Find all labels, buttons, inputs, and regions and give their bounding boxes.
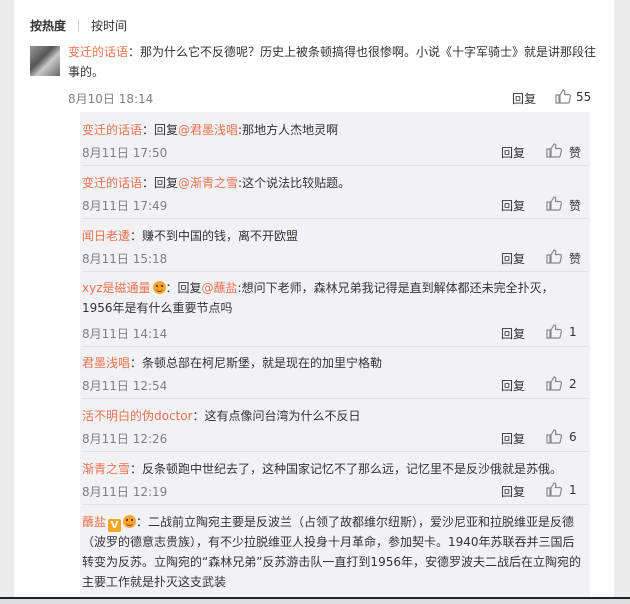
horizontal-scrollbar[interactable] [0, 597, 630, 604]
reply-prefix: ：回复 [142, 123, 179, 137]
avatar[interactable] [30, 46, 60, 76]
reply-body: :这个说法比较贴题。 [238, 176, 351, 190]
like-count: 1 [569, 325, 577, 339]
main-reply-button[interactable]: 回复 [512, 90, 536, 107]
reply-prefix: ：回复 [142, 176, 179, 190]
reply-prefix: ：回复 [165, 281, 202, 295]
like-count: 赞 [569, 252, 582, 266]
reply-button[interactable]: 回复 [501, 430, 525, 447]
like-count: 1 [569, 483, 577, 497]
main-comment-text: 变迁的话语：那为什么它不反德呢？历史上被条顿搞得也很惨啊。小说《十字军骑士》就是… [68, 42, 608, 82]
reply-time: 8月11日 12:26 [82, 432, 168, 446]
reply-text: 蘸盐 V ：二战前立陶宛主要是反波兰（占领了故都维尔纽斯），爱沙尼亚和拉脱维亚是反德… [82, 512, 582, 592]
divider [82, 346, 588, 347]
reply-time: 8月11日 12:19 [82, 485, 168, 499]
emoji-face-icon [152, 281, 166, 294]
like-count: 赞 [569, 146, 582, 160]
like-count: 6 [569, 430, 577, 444]
reply-text: 渐青之雪：反条顿跑中世纪去了，这种国家记忆不了那么远，记忆里不是反沙俄就是苏俄。 [82, 459, 582, 479]
sort-by-hot[interactable]: 按热度 [30, 19, 66, 33]
reply-text: 变迁的话语：回复@君墨浅唱:那地方人杰地灵啊 [82, 120, 582, 140]
sort-separator [78, 19, 80, 31]
reply-list: 变迁的话语：回复@君墨浅唱:那地方人杰地灵啊 8月11日 17:50 回复 赞 … [80, 112, 590, 598]
taskbar-edge [0, 597, 630, 599]
reply-text: 变迁的话语：回复@渐青之雪:这个说法比较贴题。 [82, 173, 582, 193]
reply-mention[interactable]: @渐青之雪 [178, 176, 238, 190]
divider [82, 398, 588, 399]
reply-text: 闻日老逶：赚不到中国的钱，离不开欧盟 [82, 226, 582, 246]
reply-time: 8月11日 17:50 [82, 146, 168, 160]
sort-bar: 按热度 按时间 [30, 17, 127, 35]
reply-text: xyz是磁通量 ：回复@蘸盐:想问下老师，森林兄弟我记得是直到解体都还未完全扑灭，… [82, 278, 582, 318]
reply-mention[interactable]: @君墨浅唱 [178, 123, 238, 137]
verified-v-icon: V [108, 519, 122, 532]
reply-mention[interactable]: @蘸盐 [202, 281, 238, 295]
reply-user[interactable]: 蘸盐 [82, 515, 106, 529]
main-like-count: 55 [576, 90, 592, 104]
divider [82, 504, 588, 505]
like-icon[interactable] [546, 143, 563, 161]
sort-by-time[interactable]: 按时间 [91, 19, 127, 33]
like-icon[interactable] [555, 89, 572, 107]
reply-text: 活不明白的伪doctor：这有点像问台湾为什么不反日 [82, 406, 582, 426]
reply-time: 8月11日 17:49 [82, 199, 168, 213]
like-icon[interactable] [546, 196, 563, 214]
reply-body: ：赚不到中国的钱，离不开欧盟 [130, 229, 299, 243]
main-comment-time: 8月10日 18:14 [68, 92, 154, 106]
like-count: 赞 [569, 199, 582, 213]
like-icon[interactable] [546, 249, 563, 267]
emoji-face-icon [123, 515, 137, 528]
reply-user[interactable]: 渐青之雪 [82, 462, 130, 476]
divider [82, 451, 588, 452]
like-icon[interactable] [546, 482, 563, 500]
divider [82, 271, 588, 272]
reply-button[interactable]: 回复 [501, 250, 525, 267]
reply-time: 8月11日 14:14 [82, 327, 168, 341]
divider [82, 218, 588, 219]
reply-body: ：反条顿跑中世纪去了，这种国家记忆不了那么远，记忆里不是反沙俄就是苏俄。 [130, 462, 563, 476]
reply-user[interactable]: 变迁的话语 [82, 176, 142, 190]
main-comment-user[interactable]: 变迁的话语 [68, 45, 128, 59]
reply-body: ：条顿总部在柯尼斯堡，就是现在的加里宁格勒 [130, 356, 383, 370]
reply-body: :那地方人杰地灵啊 [238, 123, 339, 137]
reply-body: ：这有点像问台湾为什么不反日 [192, 409, 361, 423]
reply-button[interactable]: 回复 [501, 144, 525, 161]
reply-user[interactable]: 闻日老逶 [82, 229, 130, 243]
main-comment-body: ：那为什么它不反德呢？历史上被条顿搞得也很惨啊。小说《十字军骑士》就是讲那段往事… [68, 45, 597, 79]
reply-button[interactable]: 回复 [501, 197, 525, 214]
reply-button[interactable]: 回复 [501, 325, 525, 342]
reply-time: 8月11日 12:54 [82, 379, 168, 393]
reply-user[interactable]: 变迁的话语 [82, 123, 142, 137]
like-icon[interactable] [546, 376, 563, 394]
reply-body: ：二战前立陶宛主要是反波兰（占领了故都维尔纽斯），爱沙尼亚和拉脱维亚是反德（波罗… [82, 515, 581, 589]
like-icon[interactable] [546, 429, 563, 447]
reply-user[interactable]: 活不明白的伪doctor [82, 409, 193, 423]
reply-time: 8月11日 15:18 [82, 252, 168, 266]
reply-text: 君墨浅唱：条顿总部在柯尼斯堡，就是现在的加里宁格勒 [82, 353, 582, 373]
reply-user[interactable]: 君墨浅唱 [82, 356, 130, 370]
reply-button[interactable]: 回复 [501, 377, 525, 394]
like-icon[interactable] [546, 324, 563, 342]
reply-user[interactable]: xyz是磁通量 [82, 281, 151, 295]
reply-button[interactable]: 回复 [501, 483, 525, 500]
comment-panel: 按热度 按时间 变迁的话语：那为什么它不反德呢？历史上被条顿搞得也很惨啊。小说《十… [14, 0, 614, 598]
like-count: 2 [569, 377, 577, 391]
divider [82, 165, 588, 166]
